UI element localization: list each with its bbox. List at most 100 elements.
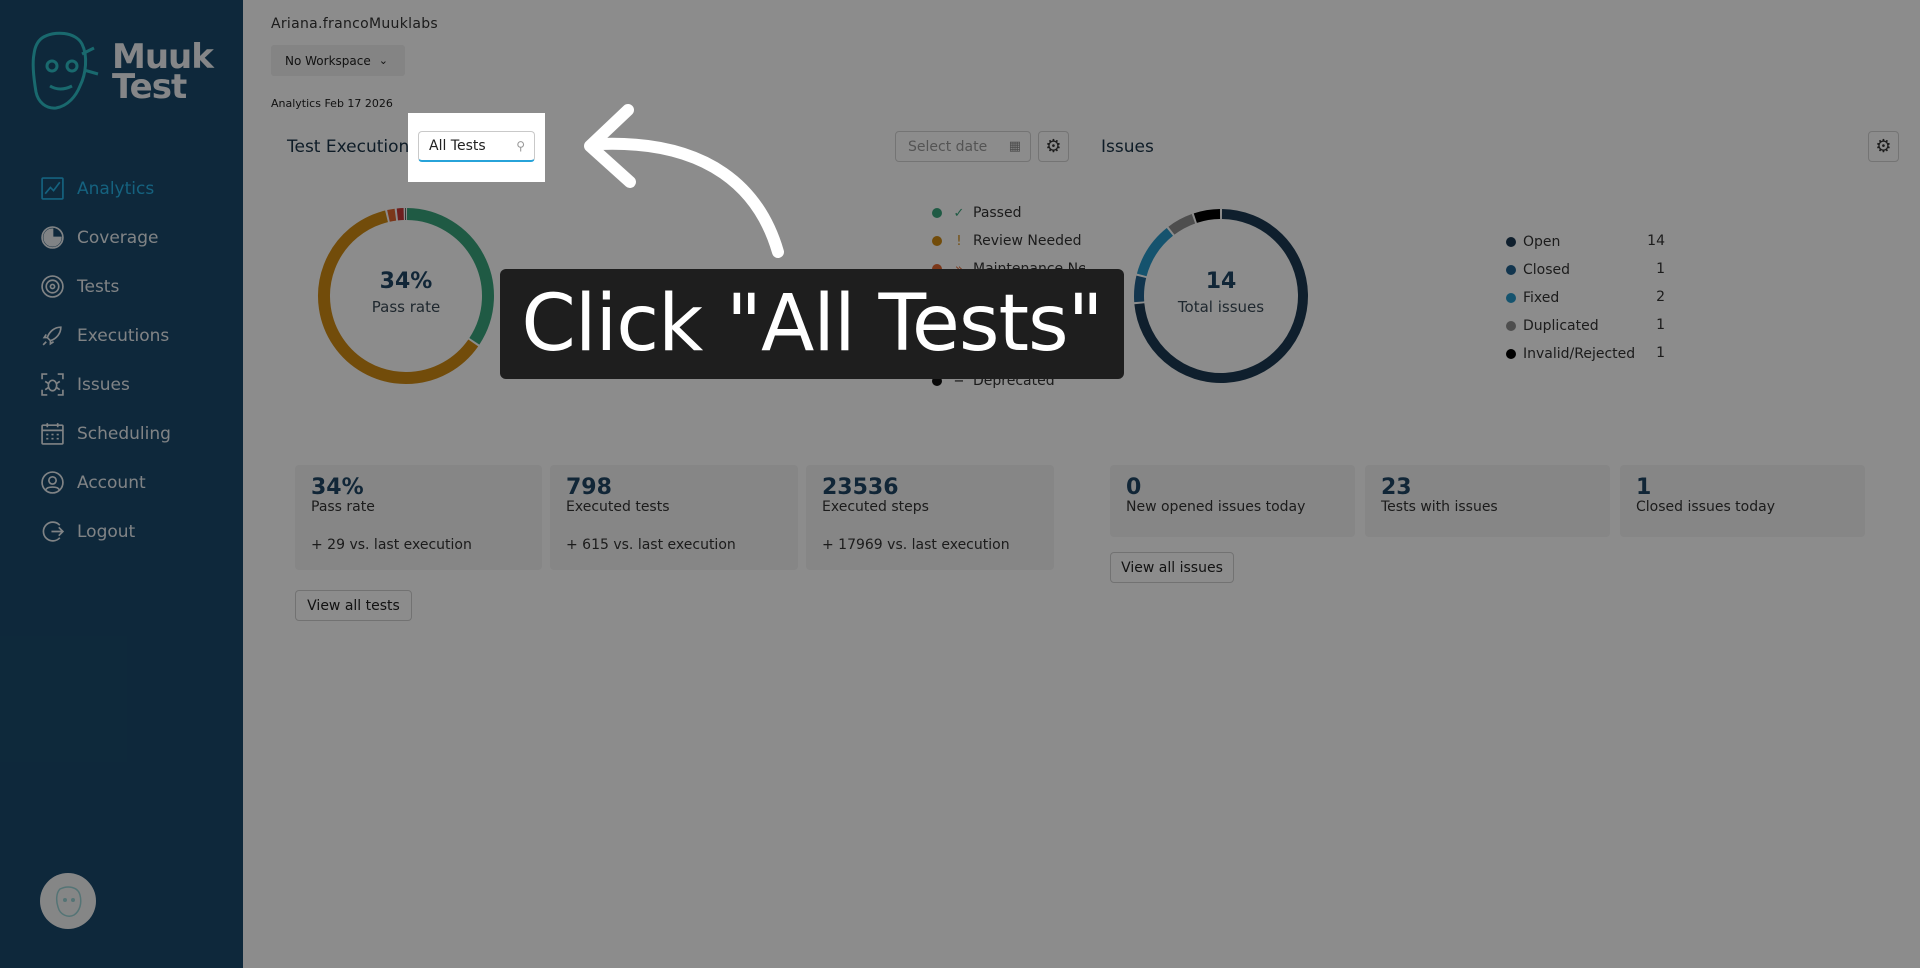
donut-slice-invalid-rejected <box>1193 209 1221 223</box>
legend-dot <box>932 208 942 218</box>
sidebar-item-label: Logout <box>77 521 136 542</box>
legend-dot <box>1506 237 1516 247</box>
gear-icon: ⚙ <box>1875 136 1892 157</box>
chart-icon <box>41 177 64 200</box>
legend-label: Fixed <box>1523 290 1560 306</box>
sidebar-item-label: Scheduling <box>77 423 171 444</box>
stat-label: New opened issues today <box>1126 499 1306 515</box>
sidebar: Muuk Test Analytics Coverage Tests Execu… <box>0 0 243 968</box>
stat-label: Tests with issues <box>1381 499 1498 515</box>
robot-avatar-icon <box>55 886 82 917</box>
test-executions-title: Test Executions <box>287 137 419 157</box>
stat-executed-tests: 798 Executed tests + 615 vs. last execut… <box>550 465 798 570</box>
stat-pass-rate: 34% Pass rate + 29 vs. last execution <box>295 465 542 570</box>
sidebar-item-label: Analytics <box>77 178 155 199</box>
sidebar-item-analytics[interactable]: Analytics <box>0 164 243 213</box>
legend-item[interactable]: Invalid/Rejected <box>1506 344 1635 364</box>
legend-dot <box>932 236 942 246</box>
pass-rate-label: Pass rate <box>371 298 441 316</box>
sidebar-item-logout[interactable]: Logout <box>0 507 243 556</box>
coverage-icon <box>41 226 64 249</box>
legend-count: 2 <box>1656 289 1665 305</box>
issues-title: Issues <box>1101 137 1154 157</box>
legend-item[interactable]: Closed <box>1506 260 1570 280</box>
logout-icon <box>42 521 65 542</box>
sidebar-item-label: Account <box>77 472 146 493</box>
rocket-icon <box>42 326 62 346</box>
workspace-label: No Workspace <box>285 53 371 68</box>
legend-item[interactable]: Duplicated <box>1506 316 1599 336</box>
stat-label: Executed steps <box>822 499 929 515</box>
user-name: Ariana.francoMuuklabs <box>271 16 438 32</box>
legend-dot <box>1506 293 1516 303</box>
legend-item[interactable]: Fixed <box>1506 288 1559 308</box>
calendar-icon: ▦ <box>1008 139 1021 154</box>
sidebar-item-label: Tests <box>77 276 120 297</box>
legend-item[interactable]: ! Review Needed <box>932 231 1082 251</box>
legend-item[interactable]: ✓ Passed <box>932 203 1021 223</box>
stat-label: Pass rate <box>311 499 375 515</box>
stat-value: 0 <box>1126 475 1142 500</box>
donut-slice-maintenance-needed <box>387 208 397 222</box>
stat-label: Closed issues today <box>1636 499 1775 515</box>
stat-value: 23 <box>1381 475 1412 500</box>
sidebar-item-label: Executions <box>77 325 170 346</box>
sidebar-nav: Analytics Coverage Tests Executions Issu… <box>0 164 243 556</box>
sidebar-item-label: Issues <box>77 374 130 395</box>
total-issues-label: Total issues <box>1177 298 1265 316</box>
legend-label: Closed <box>1523 262 1571 278</box>
pass-rate-value: 34% <box>379 269 433 294</box>
legend-label: Passed <box>973 205 1022 221</box>
legend-item[interactable]: Open <box>1506 232 1560 252</box>
stat-executed-steps: 23536 Executed steps + 17969 vs. last ex… <box>806 465 1054 570</box>
legend-label: Invalid/Rejected <box>1523 346 1636 362</box>
user-icon <box>41 471 64 494</box>
sidebar-item-executions[interactable]: Executions <box>0 311 243 360</box>
check-icon: ✓ <box>953 205 965 221</box>
sidebar-item-account[interactable]: Account <box>0 458 243 507</box>
workspace-dropdown[interactable]: No Workspace ⌄ <box>271 45 405 76</box>
tutorial-callout: Click "All Tests" <box>500 269 1124 379</box>
sidebar-item-tests[interactable]: Tests <box>0 262 243 311</box>
sidebar-item-label: Coverage <box>77 227 159 248</box>
stat-new-opened-issues: 0 New opened issues today <box>1110 465 1355 537</box>
avatar[interactable] <box>40 873 96 929</box>
alert-icon: ! <box>956 233 962 249</box>
legend-dot <box>1506 349 1516 359</box>
sidebar-item-scheduling[interactable]: Scheduling <box>0 409 243 458</box>
legend-label: Review Needed <box>973 233 1082 249</box>
stat-tests-with-issues: 23 Tests with issues <box>1365 465 1610 537</box>
stat-value: 798 <box>566 475 612 500</box>
test-filter-value: All Tests <box>429 138 486 154</box>
muuktest-logo[interactable]: Muuk Test <box>20 30 230 120</box>
stat-label: Executed tests <box>566 499 670 515</box>
donut-slice-duplicated <box>1168 214 1196 235</box>
legend-label: Duplicated <box>1523 318 1599 334</box>
test-filter-input[interactable]: All Tests ⚲ <box>418 131 535 162</box>
calendar-icon <box>41 423 64 445</box>
gear-icon: ⚙ <box>1045 136 1062 157</box>
stat-value: 1 <box>1636 475 1652 500</box>
legend-count: 1 <box>1656 345 1665 361</box>
target-icon <box>41 275 64 298</box>
legend-dot <box>1506 321 1516 331</box>
stat-value: 23536 <box>822 475 899 500</box>
sidebar-item-issues[interactable]: Issues <box>0 360 243 409</box>
legend-dot <box>1506 265 1516 275</box>
legend-count: 1 <box>1656 261 1665 277</box>
robot-face-icon <box>31 31 99 110</box>
stat-delta: + 29 vs. last execution <box>311 537 472 553</box>
tutorial-spotlight: All Tests ⚲ <box>408 113 545 182</box>
legend-label: Open <box>1523 234 1561 250</box>
view-all-issues-button[interactable]: View all issues <box>1110 552 1234 583</box>
issues-settings-button[interactable]: ⚙ <box>1868 131 1899 162</box>
executions-settings-button[interactable]: ⚙ <box>1038 131 1069 162</box>
view-all-tests-button[interactable]: View all tests <box>295 590 412 621</box>
date-picker[interactable]: Select date ▦ <box>895 131 1031 162</box>
total-issues-value: 14 <box>1205 269 1237 294</box>
stat-delta: + 17969 vs. last execution <box>822 537 1010 553</box>
search-icon: ⚲ <box>516 139 525 153</box>
stat-value: 34% <box>311 475 364 500</box>
sidebar-item-coverage[interactable]: Coverage <box>0 213 243 262</box>
stat-closed-issues-today: 1 Closed issues today <box>1620 465 1865 537</box>
